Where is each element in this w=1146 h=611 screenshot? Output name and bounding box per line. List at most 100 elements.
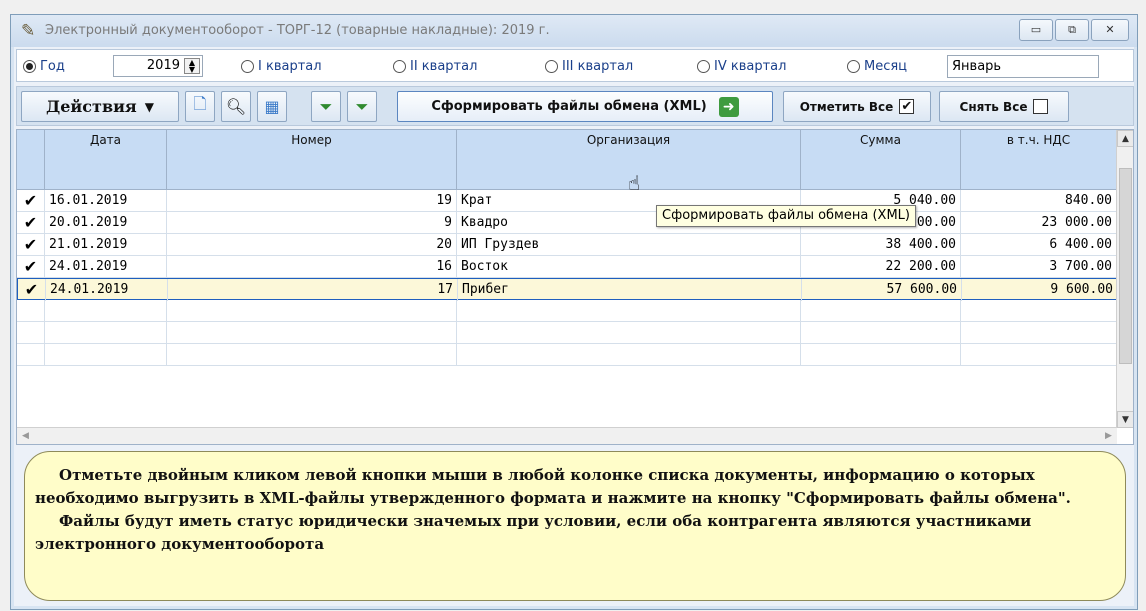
radio-q1-label: I квартал	[258, 59, 322, 74]
unmark-all-button[interactable]: Снять Все	[939, 91, 1069, 122]
cell-date: 20.01.2019	[45, 212, 167, 234]
filter-add-button[interactable]: ⏷	[311, 91, 341, 122]
hint-paragraph-1: Отметьте двойным кликом левой кнопки мыш…	[35, 466, 1071, 507]
radio-q3-label: III квартал	[562, 59, 634, 74]
search-icon: 🔍︎	[225, 97, 247, 116]
row-check-icon[interactable]: ✔	[17, 234, 45, 256]
empty-cell	[17, 300, 45, 322]
calendar-button[interactable]: ▦	[257, 91, 287, 122]
year-value: 2019	[146, 58, 180, 73]
tooltip: Сформировать файлы обмена (XML)	[656, 205, 916, 227]
row-check-icon[interactable]: ✔	[17, 190, 45, 212]
radio-month-dot[interactable]	[847, 60, 860, 73]
column-header-vat[interactable]: в т.ч. НДС	[961, 130, 1117, 190]
unmark-all-label: Снять Все	[959, 99, 1028, 114]
documents-grid[interactable]: Дата Номер Организация Сумма в т.ч. НДС …	[16, 129, 1134, 445]
new-document-icon: 🗋	[193, 94, 207, 113]
empty-cell	[457, 300, 801, 322]
cell-org: ИП Груздев	[457, 234, 801, 256]
scroll-left-icon[interactable]: ◀	[17, 428, 34, 444]
row-check-icon[interactable]: ✔	[17, 256, 45, 278]
cell-date: 24.01.2019	[45, 256, 167, 278]
search-button[interactable]: 🔍︎	[221, 91, 251, 122]
scroll-thumb[interactable]	[1119, 168, 1132, 364]
mark-all-checkbox[interactable]: ✔	[899, 99, 915, 114]
table-row[interactable]: ✔ 20.01.2019 9 Квадро 138 000.00 23 000.…	[17, 212, 1117, 234]
cell-vat: 6 400.00	[961, 234, 1117, 256]
filter-clear-icon: ⏷	[355, 96, 369, 116]
column-header-date[interactable]: Дата	[45, 130, 167, 190]
empty-cell	[45, 300, 167, 322]
radio-q3[interactable]: III квартал	[545, 59, 633, 74]
close-button[interactable]: ✕	[1091, 19, 1129, 41]
scroll-up-icon[interactable]: ▲	[1117, 130, 1133, 147]
radio-q4[interactable]: IV квартал	[697, 59, 786, 74]
scroll-down-icon[interactable]: ▼	[1117, 411, 1133, 428]
row-check-icon[interactable]: ✔	[18, 279, 46, 301]
radio-q2[interactable]: II квартал	[393, 59, 477, 74]
empty-cell	[801, 322, 961, 344]
scroll-right-icon[interactable]: ▶	[1100, 428, 1117, 444]
title-bar[interactable]: ✎ Электронный документооборот - ТОРГ-12 …	[11, 15, 1137, 47]
column-header-check[interactable]	[17, 130, 45, 190]
radio-month-label: Месяц	[864, 59, 908, 74]
actions-menu-button[interactable]: Действия ▼	[21, 91, 179, 122]
spin-arrows-icon[interactable]: ▲ ▼	[184, 58, 200, 74]
minimize-button[interactable]: ▭	[1019, 19, 1053, 41]
radio-q1[interactable]: I квартал	[241, 59, 322, 74]
year-spinner[interactable]: 2019 ▲ ▼	[113, 55, 203, 77]
mark-all-label: Отметить Все	[799, 99, 894, 114]
empty-cell	[17, 344, 45, 366]
calendar-icon: ▦	[264, 97, 280, 116]
chevron-down-icon: ▼	[144, 99, 154, 114]
filter-clear-button[interactable]: ⏷	[347, 91, 377, 122]
client-area: Год 2019 ▲ ▼ I квартал II квартал III ква…	[14, 47, 1134, 606]
table-row-selected[interactable]: ✔ 24.01.2019 17 Прибег 57 600.00 9 600.0…	[17, 278, 1118, 301]
generate-xml-button[interactable]: Сформировать файлы обмена (XML) ➜	[397, 91, 773, 122]
hint-paragraph-2: Файлы будут иметь статус юридически знач…	[35, 512, 1032, 553]
radio-year-dot[interactable]	[23, 60, 36, 73]
empty-cell	[45, 322, 167, 344]
toolbar: Действия ▼ 🗋 🔍︎ ▦ ⏷ ⏷ Сформировать файлы…	[16, 86, 1134, 126]
table-row[interactable]: ✔ 21.01.2019 20 ИП Груздев 38 400.00 6 4…	[17, 234, 1117, 256]
empty-cell	[801, 344, 961, 366]
table-row[interactable]: ✔ 24.01.2019 16 Восток 22 200.00 3 700.0…	[17, 256, 1117, 278]
hint-box: Отметьте двойным кликом левой кнопки мыш…	[24, 451, 1126, 601]
table-row-empty	[17, 300, 1117, 322]
cell-date: 24.01.2019	[46, 279, 168, 301]
cell-date: 21.01.2019	[45, 234, 167, 256]
empty-cell	[457, 322, 801, 344]
radio-month[interactable]: Месяц	[847, 59, 907, 74]
cell-vat: 3 700.00	[961, 256, 1117, 278]
horizontal-scrollbar[interactable]: ◀ ▶	[17, 427, 1117, 444]
column-header-number[interactable]: Номер	[167, 130, 457, 190]
row-check-icon[interactable]: ✔	[17, 212, 45, 234]
actions-label: Действия	[46, 97, 137, 116]
month-field[interactable]: Январь	[947, 55, 1099, 78]
grid-header: Дата Номер Организация Сумма в т.ч. НДС	[17, 130, 1117, 190]
radio-year[interactable]: Год	[23, 59, 65, 74]
cell-org: Прибег	[458, 279, 802, 301]
cell-date: 16.01.2019	[45, 190, 167, 212]
table-row[interactable]: ✔ 16.01.2019 19 Крат 5 040.00 840.00	[17, 190, 1117, 212]
new-document-button[interactable]: 🗋	[185, 91, 215, 122]
empty-cell	[167, 322, 457, 344]
cell-vat: 840.00	[961, 190, 1117, 212]
cell-sum: 22 200.00	[801, 256, 961, 278]
radio-q4-dot[interactable]	[697, 60, 710, 73]
radio-q3-dot[interactable]	[545, 60, 558, 73]
cell-vat: 23 000.00	[961, 212, 1117, 234]
maximize-button[interactable]: ⧉	[1055, 19, 1089, 41]
radio-q1-dot[interactable]	[241, 60, 254, 73]
empty-cell	[167, 300, 457, 322]
unmark-all-checkbox[interactable]	[1033, 99, 1049, 114]
column-header-sum[interactable]: Сумма	[801, 130, 961, 190]
radio-q2-dot[interactable]	[393, 60, 406, 73]
empty-cell	[17, 322, 45, 344]
period-bar: Год 2019 ▲ ▼ I квартал II квартал III ква…	[16, 49, 1134, 82]
vertical-scrollbar[interactable]: ▲ ▼	[1116, 130, 1133, 428]
cell-number: 20	[167, 234, 457, 256]
mark-all-button[interactable]: Отметить Все ✔	[783, 91, 931, 122]
table-row-empty	[17, 322, 1117, 344]
table-row-empty	[17, 344, 1117, 366]
